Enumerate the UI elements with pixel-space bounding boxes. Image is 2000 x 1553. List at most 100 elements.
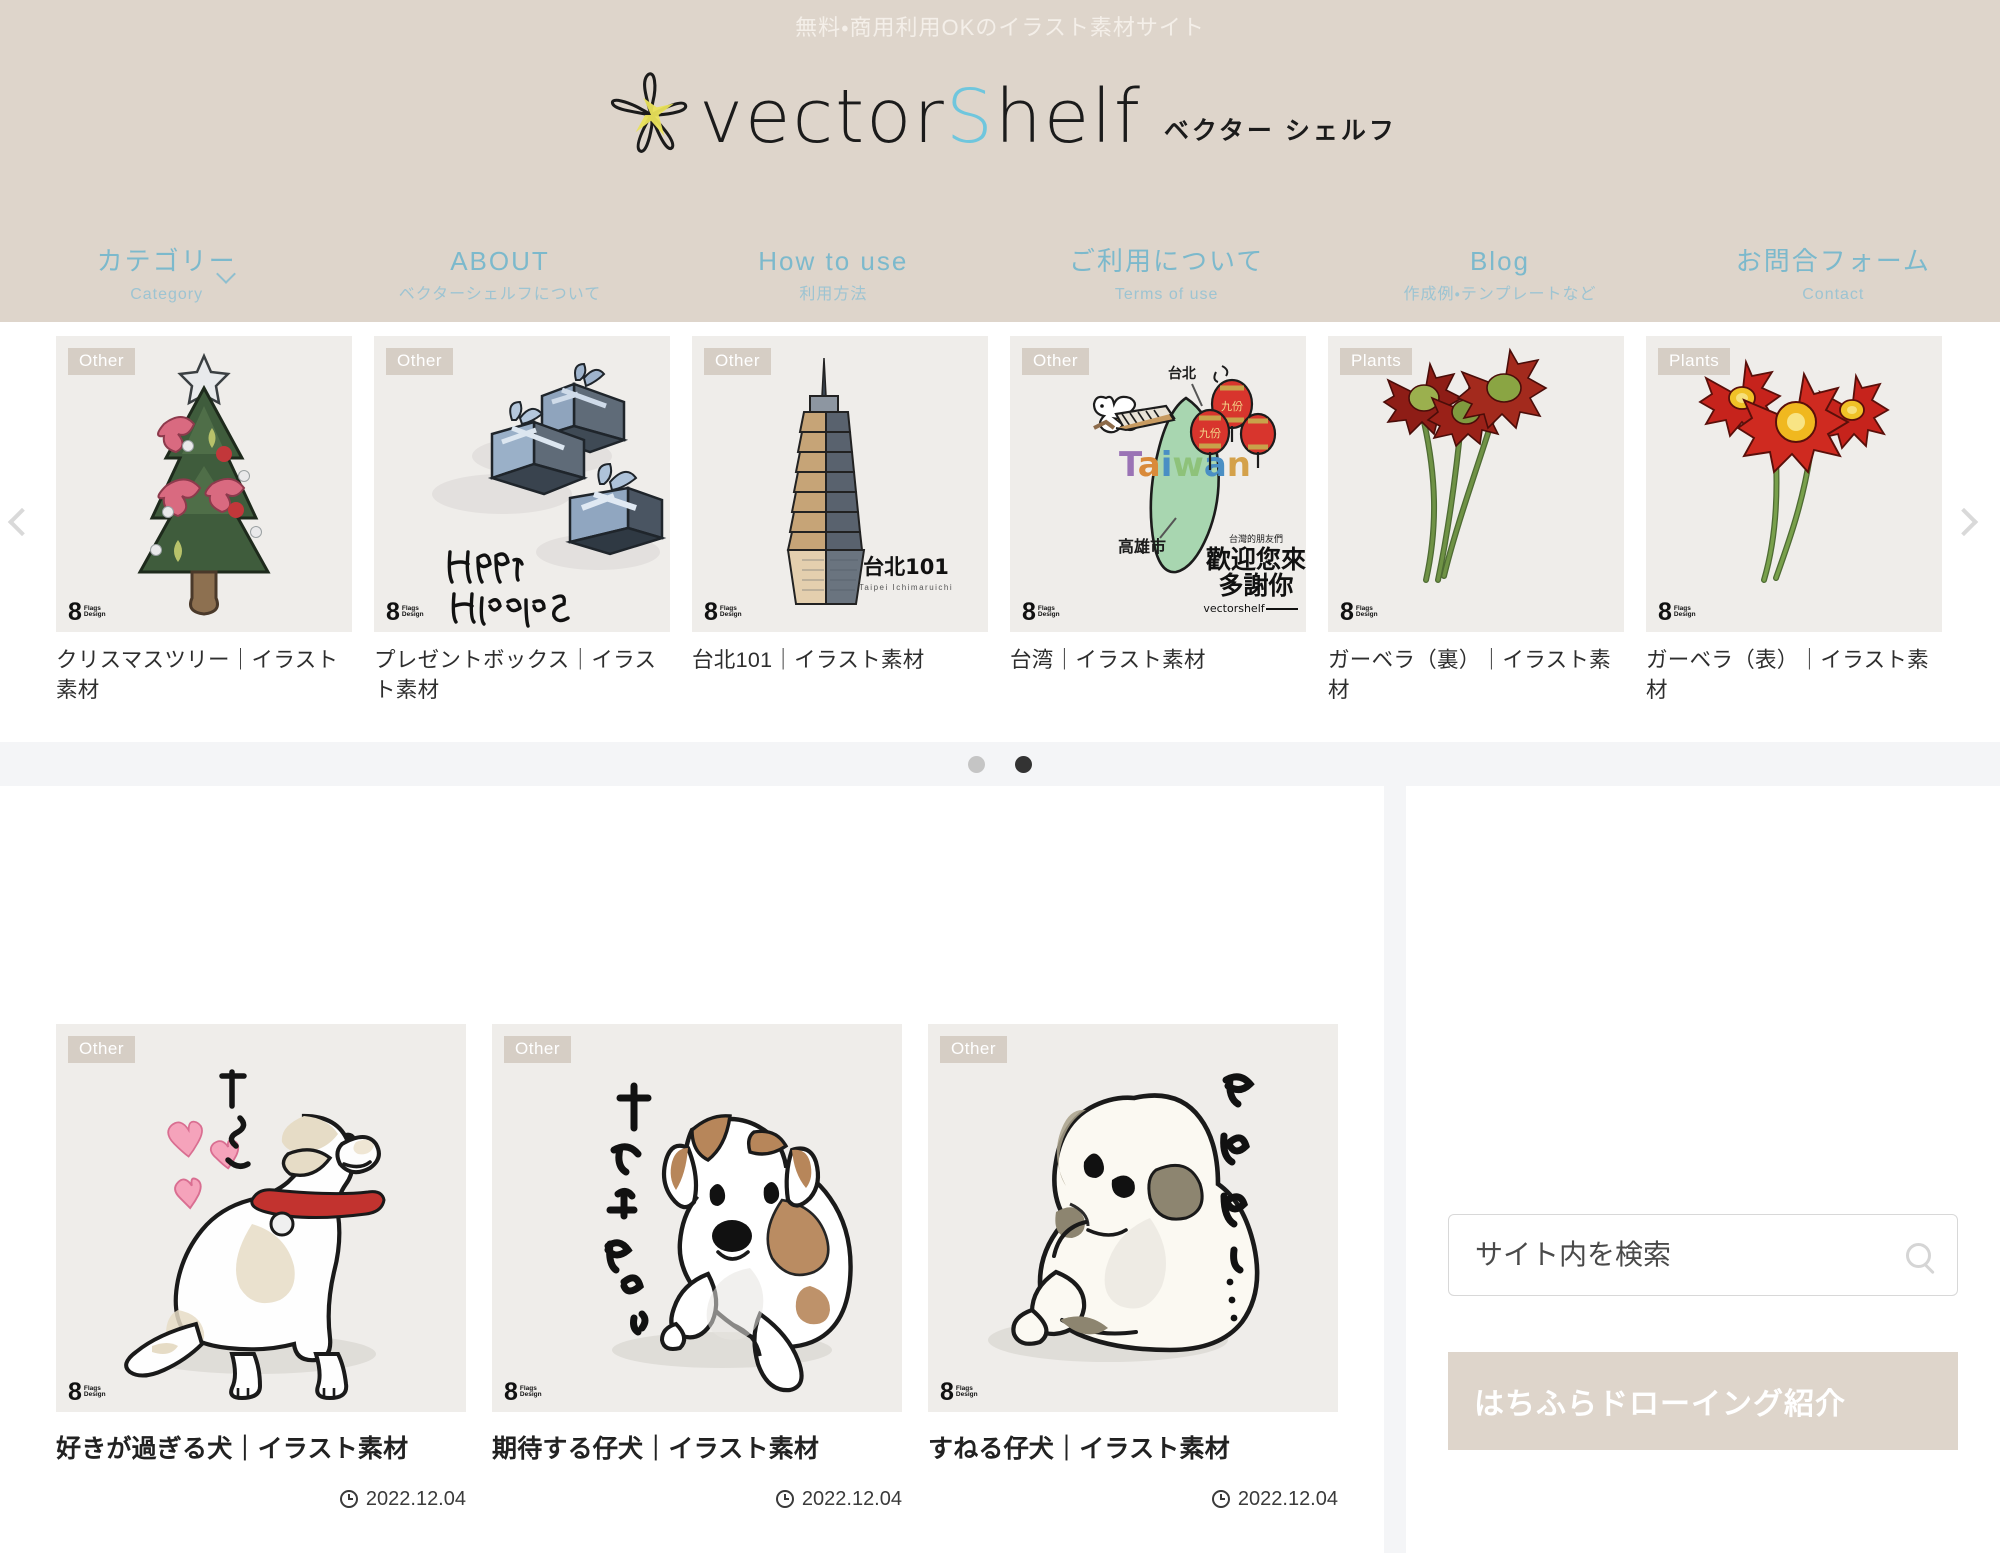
- svg-text:九份: 九份: [1221, 400, 1243, 413]
- carousel-dot-2[interactable]: [1015, 755, 1032, 773]
- carousel-card-title: プレゼントボックス｜イラスト素材: [374, 648, 657, 702]
- taipei-101-label: 台北101: [863, 555, 949, 579]
- svg-text:歡迎您來: 歡迎您來: [1205, 545, 1306, 574]
- post-thumbnail: Other 8 Flags Design: [492, 1024, 902, 1412]
- carousel-thumbnail: Other: [56, 336, 352, 632]
- gerbera-front-illustration: [1698, 358, 1890, 583]
- nav-label-jp: ABOUT: [450, 246, 550, 277]
- carousel-card-title: 台湾｜イラスト素材: [1010, 648, 1206, 672]
- carousel-thumbnail: Other: [374, 336, 670, 632]
- sidebar-search[interactable]: [1448, 1214, 1958, 1296]
- post-grid: Other 8 Flags Design 好きが過ぎる犬｜イラスト素材 2022…: [56, 1024, 1338, 1511]
- main-navigation: カテゴリー Category ABOUT ベクターシェルフについて How to…: [0, 245, 2000, 304]
- carousel-thumbnail: Other: [692, 336, 988, 632]
- nav-item-about[interactable]: ABOUT ベクターシェルフについて: [333, 245, 666, 304]
- logo-vector: vector: [699, 74, 946, 160]
- post-date: 2022.12.04: [801, 1487, 902, 1510]
- carousel-card[interactable]: Other: [56, 336, 352, 705]
- featured-carousel: Other 8 Flags Design クリスマスツリー｜イラスト素材 Oth…: [0, 322, 2000, 742]
- post-date: 2022.12.04: [365, 1487, 466, 1510]
- category-badge: Plants: [1340, 348, 1413, 375]
- post-meta: 2022.12.04: [492, 1488, 902, 1511]
- post-date: 2022.12.04: [1237, 1487, 1338, 1510]
- site-header: 無料・商用利用OKのイラスト素材サイト vectorShelf ベクター シェル…: [0, 0, 2000, 322]
- category-badge: Plants: [1658, 348, 1731, 375]
- nav-label-en: Category: [130, 285, 204, 303]
- nav-label-jp: お問合フォーム: [1735, 246, 1931, 277]
- svg-text:Taipei Ichimaruichi: Taipei Ichimaruichi: [859, 583, 953, 592]
- nav-label-jp: カテゴリー: [96, 246, 237, 277]
- clock-icon: [1211, 1490, 1230, 1508]
- carousel-track: Other 8 Flags Design クリスマスツリー｜イラスト素材 Oth…: [0, 336, 2000, 705]
- christmas-tree-illustration: [137, 352, 271, 616]
- nav-label-en: Terms of use: [1114, 285, 1219, 303]
- search-icon[interactable]: [1906, 1242, 1931, 1268]
- post-thumbnail: Other 8 Flags Design: [928, 1024, 1338, 1412]
- watermark: 8 Flags Design: [504, 1378, 542, 1406]
- post-card[interactable]: Other: [928, 1024, 1338, 1511]
- watermark: 8 Flags Design: [386, 598, 424, 626]
- star-flower-logo-icon: [603, 67, 699, 163]
- search-input[interactable]: [1475, 1239, 1906, 1271]
- carousel-card[interactable]: Other: [692, 336, 988, 705]
- carousel-pagination: [0, 742, 2000, 786]
- dog-expect-illustration: [604, 1082, 853, 1393]
- carousel-card[interactable]: Plants: [1646, 336, 1942, 705]
- flower-back-3: [1456, 347, 1548, 430]
- post-thumbnail: Other 8 Flags Design: [56, 1024, 466, 1412]
- nav-item-contact[interactable]: お問合フォーム Contact: [1667, 245, 2000, 304]
- carousel-card[interactable]: Other Taiwan 台北 高雄市 九份 九份 台灣的朋友們 歡迎您來 多謝…: [1010, 336, 1306, 705]
- watermark: 8 Flags Design: [68, 1378, 106, 1406]
- site-tagline: 無料・商用利用OKのイラスト素材サイト: [795, 15, 1205, 40]
- carousel-next-arrow-icon[interactable]: [1949, 507, 1988, 546]
- carousel-card[interactable]: Other: [374, 336, 670, 705]
- watermark: 8 Flags Design: [1022, 598, 1060, 626]
- gerbera-back-illustration: [1382, 347, 1548, 583]
- watermark: 8 Flags Design: [1340, 598, 1378, 626]
- svg-text:高雄市: 高雄市: [1118, 537, 1166, 556]
- logo-s: S: [945, 74, 995, 160]
- nav-label-jp: How to use: [758, 246, 909, 277]
- gift-boxes-illustration: [432, 362, 667, 628]
- taipei-101-illustration: 台北101 Taipei Ichimaruichi: [786, 357, 953, 605]
- nav-item-how-to-use[interactable]: How to use 利用方法: [667, 245, 1000, 304]
- page-body: Other 8 Flags Design 好きが過ぎる犬｜イラスト素材 2022…: [0, 786, 2000, 1553]
- svg-text:九份: 九份: [1199, 427, 1221, 440]
- post-card[interactable]: Other: [56, 1024, 466, 1511]
- carousel-thumbnail: Plants 8 Flags Design: [1328, 336, 1624, 632]
- carousel-card-title: 台北101｜イラスト素材: [692, 648, 925, 672]
- nav-item-category[interactable]: カテゴリー Category: [0, 245, 333, 304]
- taiwan-map-illustration: Taiwan 台北 高雄市 九份 九份 台灣的朋友們 歡迎您來 多謝你 vect…: [1092, 365, 1306, 615]
- nav-item-terms-of-use[interactable]: ご利用について Terms of use: [1000, 245, 1333, 304]
- carousel-card[interactable]: Plants: [1328, 336, 1624, 705]
- watermark: 8 Flags Design: [940, 1378, 978, 1406]
- category-badge: Other: [504, 1036, 572, 1063]
- post-meta: 2022.12.04: [56, 1488, 466, 1511]
- carousel-prev-arrow-icon[interactable]: [7, 507, 46, 546]
- nav-label-en: 利用方法: [799, 285, 868, 303]
- nav-label-en: ベクターシェルフについて: [398, 285, 602, 303]
- nav-item-blog[interactable]: Blog 作成例・テンプレートなど: [1333, 245, 1666, 304]
- post-title: 好きが過ぎる犬｜イラスト素材: [56, 1435, 409, 1463]
- nav-label-en: Contact: [1802, 285, 1865, 303]
- nav-label-jp: Blog: [1469, 246, 1530, 277]
- svg-text:台灣的朋友們: 台灣的朋友們: [1229, 533, 1283, 545]
- sidebar-banner-hachifura[interactable]: はちふらドローイング紹介: [1448, 1352, 1958, 1450]
- clock-icon: [339, 1490, 358, 1508]
- carousel-dot-1[interactable]: [968, 755, 985, 773]
- main-content: Other 8 Flags Design 好きが過ぎる犬｜イラスト素材 2022…: [0, 786, 1384, 1553]
- svg-text:多謝你: 多謝你: [1218, 571, 1293, 600]
- dog-love-illustration: [124, 1069, 386, 1401]
- category-badge: Other: [68, 348, 136, 375]
- logo-kana-subtitle: ベクター シェルフ: [1163, 117, 1397, 145]
- logo-wordmark: vectorShelf: [699, 80, 1142, 154]
- carousel-thumbnail: Plants 8 Flags Design: [1646, 336, 1942, 632]
- svg-text:vectorshelf: vectorshelf: [1203, 602, 1265, 615]
- nav-label-en: 作成例・テンプレートなど: [1403, 285, 1597, 303]
- post-title: 期待する仔犬｜イラスト素材: [492, 1435, 820, 1463]
- carousel-card-title: ガーベラ（裏）｜イラスト素材: [1328, 648, 1611, 702]
- category-badge: Other: [940, 1036, 1008, 1063]
- site-logo[interactable]: vectorShelf ベクター シェルフ: [0, 67, 2000, 163]
- post-card[interactable]: Other: [492, 1024, 902, 1511]
